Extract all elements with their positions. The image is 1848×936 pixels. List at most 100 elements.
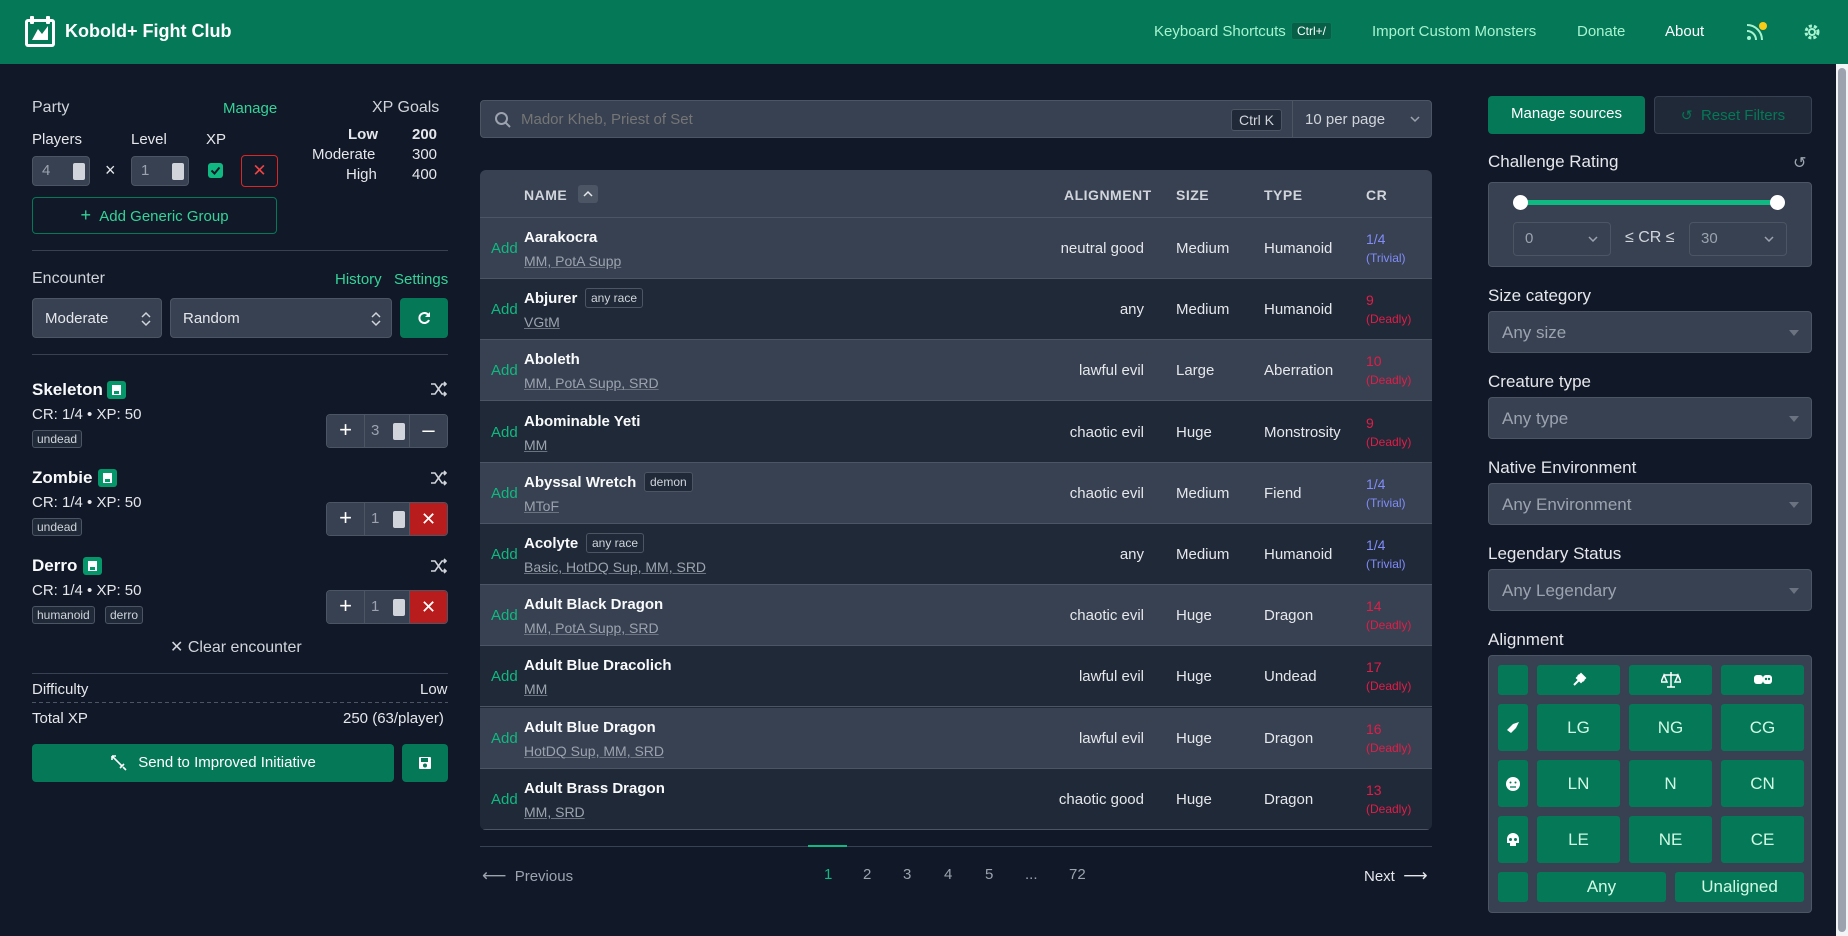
import-custom-monsters-link[interactable]: Import Custom Monsters [1372,23,1536,40]
save-icon[interactable] [107,381,126,399]
settings-link[interactable]: Settings [394,271,448,288]
shuffle-icon[interactable] [430,470,448,486]
alignment-ce-button[interactable]: CE [1721,816,1804,863]
add-monster-button[interactable]: Add [491,730,518,747]
page-link[interactable]: 1 [824,866,832,883]
cr-max-handle[interactable] [1770,195,1785,210]
add-monster-button[interactable]: Add [491,240,518,257]
size-column-header[interactable]: SIZE [1176,187,1209,203]
monster-name[interactable]: Derro [32,556,77,576]
shuffle-icon[interactable] [430,558,448,574]
add-monster-button[interactable]: Add [491,546,518,563]
table-row[interactable]: Add Adult Black Dragon MM, PotA Supp, SRD c… [480,585,1432,647]
monster-sources[interactable]: MM, PotA Supp, SRD [524,375,659,391]
clear-encounter-button[interactable]: ✕ Clear encounter [170,637,302,657]
send-to-improved-initiative-button[interactable]: Send to Improved Initiative [32,744,394,782]
generate-encounter-button[interactable] [400,298,448,338]
table-row[interactable]: Add Adult Brass Dragon MM, SRD chaotic good… [480,768,1432,830]
page-link[interactable]: 4 [944,866,952,883]
monster-name-link[interactable]: Aboleth [524,351,580,368]
reset-filters-button[interactable]: ↺ Reset Filters [1654,96,1812,134]
per-page-select[interactable]: 10 per page [1292,101,1432,137]
table-row[interactable]: Add Acolyte any race Basic, HotDQ Sup, MM, … [480,524,1432,585]
monster-sources[interactable]: MM, PotA Supp [524,253,621,269]
level-spinner[interactable] [172,163,184,180]
alignment-ng-button[interactable]: NG [1629,704,1712,751]
quantity-input[interactable]: 1 [364,503,410,535]
page-link[interactable]: 2 [863,866,871,883]
quantity-spinner[interactable] [393,423,405,440]
add-monster-button[interactable]: Add [491,791,518,808]
monster-name-link[interactable]: Aarakocra [524,229,597,246]
size-select[interactable]: Any size [1488,311,1812,353]
reset-cr-icon[interactable]: ↺ [1793,153,1806,173]
monster-name-link[interactable]: Adult Brass Dragon [524,780,665,797]
alignment-cg-button[interactable]: CG [1721,704,1804,751]
good-row-button[interactable] [1498,704,1528,751]
manage-sources-button[interactable]: Manage sources [1488,96,1645,134]
add-generic-group-button[interactable]: + Add Generic Group [32,197,277,234]
alignment-cn-button[interactable]: CN [1721,760,1804,807]
save-icon[interactable] [83,557,102,575]
name-column-header[interactable]: NAME [524,187,567,203]
environment-select[interactable]: Any Environment [1488,483,1812,525]
page-scrollbar[interactable] [1836,64,1848,936]
monster-name[interactable]: Zombie [32,468,92,488]
table-row[interactable]: Add Abominable Yeti MM chaotic evil Huge Mons… [480,401,1432,463]
scrollbar-thumb[interactable] [1838,68,1846,932]
about-link[interactable]: About [1665,23,1704,40]
add-monster-button[interactable]: Add [491,424,518,441]
encounter-difficulty-select[interactable]: Moderate [32,298,162,338]
history-link[interactable]: History [335,271,382,288]
save-encounter-button[interactable] [402,744,448,782]
decrement-button[interactable]: – [410,415,447,447]
remove-party-row-button[interactable]: ✕ [241,155,278,187]
monster-sources[interactable]: MToF [524,498,559,514]
save-icon[interactable] [98,469,117,487]
evil-row-button[interactable] [1498,816,1528,863]
monster-name-link[interactable]: Abominable Yeti [524,413,640,430]
add-monster-button[interactable]: Add [491,607,518,624]
page-link[interactable]: 3 [903,866,911,883]
keyboard-shortcuts-link[interactable]: Keyboard Shortcuts [1154,23,1286,40]
creature-type-select[interactable]: Any type [1488,397,1812,439]
cr-column-header[interactable]: CR [1366,187,1387,203]
alignment-le-button[interactable]: LE [1537,816,1620,863]
manage-party-link[interactable]: Manage [223,100,277,117]
gear-icon[interactable] [1803,23,1821,41]
alignment-lg-button[interactable]: LG [1537,704,1620,751]
alignment-ne-button[interactable]: NE [1629,816,1712,863]
alignment-ln-button[interactable]: LN [1537,760,1620,807]
table-row[interactable]: Add Aboleth MM, PotA Supp, SRD lawful evil L… [480,340,1432,402]
cr-min-handle[interactable] [1513,195,1528,210]
donate-link[interactable]: Donate [1577,23,1625,40]
shuffle-icon[interactable] [430,381,448,397]
lawful-column-button[interactable] [1537,665,1620,695]
neutral-column-button[interactable] [1629,665,1712,695]
monster-name-link[interactable]: Adult Blue Dracolich [524,657,672,674]
remove-monster-button[interactable]: ✕ [410,503,447,535]
table-row[interactable]: Add Abjurer any race VGtM any Medium Humanoid 9… [480,279,1432,341]
type-column-header[interactable]: TYPE [1264,187,1303,203]
monster-name[interactable]: Skeleton [32,380,103,400]
alignment-any-button[interactable]: Any [1537,872,1666,902]
quantity-spinner[interactable] [393,511,405,528]
chaotic-column-button[interactable] [1721,665,1804,695]
increment-button[interactable]: + [327,415,364,447]
monster-sources[interactable]: MM, PotA Supp, SRD [524,620,659,636]
legendary-select[interactable]: Any Legendary [1488,569,1812,611]
quantity-input[interactable]: 3 [364,415,410,447]
logo-icon[interactable] [24,16,56,48]
cr-min-select[interactable]: 0 [1513,222,1611,256]
table-row[interactable]: Add Adult Blue Dragon HotDQ Sup, MM, SRD la… [480,707,1432,769]
neutral-row-button[interactable] [1498,760,1528,807]
alignment-unaligned-button[interactable]: Unaligned [1675,872,1804,902]
monster-sources[interactable]: MM [524,437,547,453]
players-input[interactable]: 4 [32,156,90,186]
rss-icon[interactable] [1745,22,1769,42]
cr-max-select[interactable]: 30 [1689,222,1787,256]
add-monster-button[interactable]: Add [491,301,518,318]
monster-name-link[interactable]: Adult Blue Dragon [524,719,656,736]
table-row[interactable]: Add Aarakocra MM, PotA Supp neutral good Med… [480,218,1432,279]
alignment-column-header[interactable]: ALIGNMENT [1064,187,1152,203]
